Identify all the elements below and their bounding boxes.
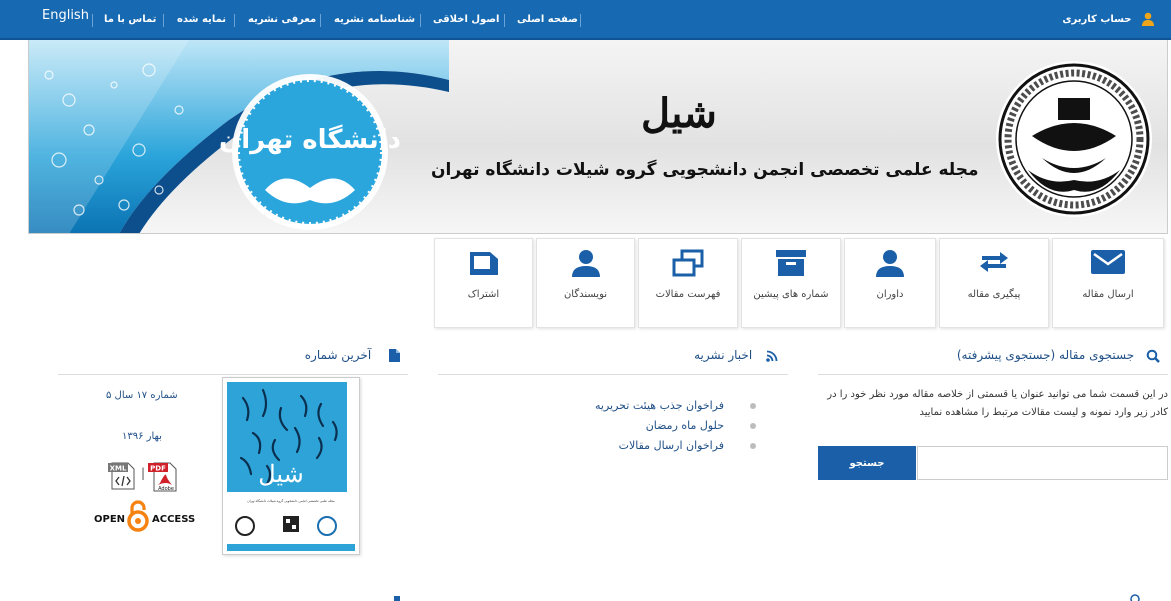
section-divider xyxy=(58,374,408,375)
search-description: در این قسمت شما می توانید عنوان یا قسمتی… xyxy=(827,389,1168,418)
advanced-search-link[interactable]: (جستجوی پیشرفته) xyxy=(957,348,1055,362)
latest-issue-heading: آخرین شماره xyxy=(304,348,372,362)
nav-separator xyxy=(320,14,321,27)
cover-title: شیل xyxy=(258,460,304,488)
university-logo-text: دانشگاه تهران xyxy=(219,124,401,155)
tile-label: داوران xyxy=(876,289,904,300)
journal-header-banner: دانشگاه تهران شیل مجله علمی تخصصی انجمن … xyxy=(28,40,1168,234)
xml-file-icon[interactable]: XML xyxy=(108,461,138,491)
search-input[interactable] xyxy=(917,446,1168,480)
journal-subtitle: مجله علمی تخصصی انجمن دانشجویی گروه شیلا… xyxy=(431,160,979,180)
top-navigation-bar: English تماس با ما نمایه شده معرفی نشریه… xyxy=(0,0,1171,40)
search-heading: جستجوی مقاله xyxy=(1059,348,1135,362)
open-access-lock-icon xyxy=(127,500,149,532)
nav-separator xyxy=(504,14,505,27)
xml-label: XML xyxy=(110,465,127,473)
nav-english-link[interactable]: English xyxy=(42,0,89,36)
pdf-label: PDF xyxy=(150,465,166,473)
search-section-header: جستجوی مقاله (جستجوی پیشرفته) xyxy=(950,348,1160,366)
tile-past-issues[interactable]: شماره های پیشین xyxy=(741,238,841,328)
section-divider xyxy=(438,374,788,375)
adobe-label: Adobe xyxy=(158,486,174,492)
search-button[interactable]: جستجو xyxy=(818,446,916,480)
news-list: فراخوان جذب هیئت تحریریه حلول ماه رمضان … xyxy=(595,396,756,456)
search-icon xyxy=(1146,349,1160,363)
section-divider xyxy=(818,374,1168,375)
nav-separator xyxy=(580,14,581,27)
nav-home[interactable]: صفحه اصلی xyxy=(517,0,578,40)
tile-track-article[interactable]: پیگیری مقاله xyxy=(939,238,1049,328)
folder-icon xyxy=(469,252,498,275)
partial-icon xyxy=(394,596,400,601)
partial-icon xyxy=(1130,594,1140,601)
fisheries-association-seal xyxy=(996,61,1152,217)
file-separator: | xyxy=(141,466,146,480)
user-icon xyxy=(1142,12,1154,26)
user-account-link[interactable]: حساب کاربری xyxy=(1062,0,1155,40)
user-icon xyxy=(876,250,904,277)
user-account-label: حساب کاربری xyxy=(1062,14,1132,25)
tile-subscription[interactable]: اشتراک xyxy=(434,238,533,328)
latest-issue-number[interactable]: شماره ۱۷ سال ۵ xyxy=(106,390,178,401)
news-heading: اخبار نشریه xyxy=(694,348,753,362)
rss-icon xyxy=(766,350,778,362)
tile-article-list[interactable]: فهرست مقالات xyxy=(638,238,738,328)
cover-caption: مجله علمی تخصصی انجمن دانشجویی گروه شیلا… xyxy=(247,499,335,503)
nav-about-journal[interactable]: معرفی نشریه xyxy=(248,0,316,40)
news-section-header: اخبار نشریه xyxy=(600,348,778,366)
news-item[interactable]: فراخوان ارسال مقالات xyxy=(595,436,756,456)
journal-title: شیل xyxy=(641,90,717,137)
news-item[interactable]: حلول ماه رمضان xyxy=(595,416,756,436)
tile-submit-article[interactable]: ارسال مقاله xyxy=(1052,238,1164,328)
user-icon xyxy=(571,250,600,277)
tile-label: پیگیری مقاله xyxy=(967,289,1021,300)
tile-label: نویسندگان xyxy=(563,289,608,300)
archive-box-icon xyxy=(776,250,806,276)
nav-contact-us[interactable]: تماس با ما xyxy=(104,0,156,40)
envelope-icon xyxy=(1091,250,1125,274)
refresh-arrows-icon xyxy=(980,252,1008,272)
tile-authors[interactable]: نویسندگان xyxy=(536,238,635,328)
open-access-open: OPEN xyxy=(94,514,126,525)
nav-separator xyxy=(420,14,421,27)
news-item[interactable]: فراخوان جذب هیئت تحریریه xyxy=(595,396,756,416)
cover-image: شیل مجله علمی تخصصی انجمن دانشجویی گروه … xyxy=(223,378,359,554)
open-access-access: ACCESS xyxy=(152,514,196,525)
nav-ethics[interactable]: اصول اخلاقی xyxy=(433,0,499,40)
tile-label: شماره های پیشین xyxy=(753,289,829,300)
tile-label: ارسال مقاله xyxy=(1082,289,1134,300)
latest-issue-header: آخرین شماره xyxy=(300,348,400,366)
nav-separator xyxy=(234,14,235,27)
nav-separator xyxy=(92,14,93,27)
document-icon xyxy=(389,349,400,362)
pdf-file-icon[interactable]: PDF Adobe xyxy=(148,461,180,493)
windows-stack-icon xyxy=(672,249,704,277)
latest-issue-cover[interactable]: شیل مجله علمی تخصصی انجمن دانشجویی گروه … xyxy=(222,377,360,555)
nav-indexed[interactable]: نمایه شده xyxy=(177,0,226,40)
tile-label: فهرست مقالات xyxy=(655,289,721,300)
latest-issue-season: بهار ۱۳۹۶ xyxy=(122,431,162,442)
nav-separator xyxy=(163,14,164,27)
tile-reviewers[interactable]: داوران xyxy=(844,238,936,328)
nav-journal-profile[interactable]: شناسنامه نشریه xyxy=(334,0,415,40)
water-bubbles-graphic: دانشگاه تهران xyxy=(29,40,449,233)
tile-label: اشتراک xyxy=(467,289,500,300)
